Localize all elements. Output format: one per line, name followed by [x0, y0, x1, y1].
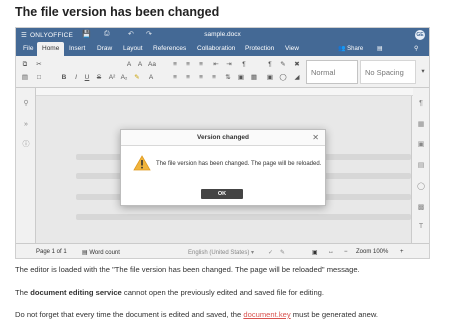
subscript-icon[interactable]: A₂	[120, 74, 128, 81]
chevron-down-icon: ▾	[251, 250, 255, 256]
document-placeholder-line	[76, 214, 411, 220]
editor-screenshot: ☰ ONLYOFFICE 💾 ⎙ ↶ ↷ sample.docx GE File…	[15, 27, 430, 259]
align-left-icon[interactable]: ≡	[171, 74, 179, 81]
tab-file[interactable]: File	[18, 42, 38, 56]
copy-style-icon[interactable]: ✎	[279, 61, 287, 68]
paste-icon[interactable]: ▤	[21, 74, 29, 81]
styles-expand-icon[interactable]: ▾	[419, 68, 427, 75]
word-count-icon: ▤	[82, 250, 88, 256]
ok-button[interactable]: OK	[201, 189, 243, 199]
zoom-level[interactable]: Zoom 100%	[356, 249, 388, 255]
warning-icon	[133, 155, 151, 171]
user-avatar[interactable]: GE	[415, 30, 425, 40]
paragraph-editor-message: The editor is loaded with the "The file …	[15, 265, 360, 274]
tab-protection[interactable]: Protection	[240, 42, 279, 56]
bullets-icon[interactable]: ≡	[171, 61, 179, 68]
font-color-icon[interactable]: A	[147, 74, 155, 81]
borders-icon[interactable]: ▦	[250, 74, 258, 81]
tab-home[interactable]: Home	[37, 42, 65, 56]
right-sidebar: ¶ ▦ ▣ ▤ ◯ ▩ T	[411, 88, 429, 243]
info-icon[interactable]: ⓘ	[22, 141, 30, 149]
style-normal[interactable]: Normal	[306, 60, 358, 84]
tab-collaboration[interactable]: Collaboration	[192, 42, 240, 56]
tab-view[interactable]: View	[280, 42, 304, 56]
document-key-link[interactable]: document.key	[243, 310, 290, 319]
home-toolbar: ⧉ ✂ ▤ □ B I U S A² A₂ ✎ A A A Aa ≡ ≡ ≡ ⇤…	[16, 56, 429, 88]
spellcheck-icon[interactable]: ✓	[268, 249, 273, 256]
share-button[interactable]: 👥 Share	[338, 42, 363, 56]
editor-title-bar: ☰ ONLYOFFICE 💾 ⎙ ↶ ↷ sample.docx GE	[16, 28, 429, 42]
search-icon[interactable]: ⚲	[414, 42, 418, 56]
track-changes-icon[interactable]: ✎	[280, 249, 285, 256]
dialog-body: The file version has been changed. The p…	[121, 146, 325, 190]
multilevel-icon[interactable]: ≡	[197, 61, 205, 68]
open-location-icon[interactable]: ▤	[377, 42, 383, 56]
dialog-title: Version changed	[196, 134, 250, 141]
dialog-header: Version changed ✕	[121, 130, 325, 146]
zoom-out-icon[interactable]: −	[344, 249, 348, 255]
tab-draw[interactable]: Draw	[92, 42, 117, 56]
decrease-font-icon[interactable]: A	[136, 61, 144, 68]
bold-term: document editing service	[30, 288, 122, 297]
menu-tabs: File Home Insert Draw Layout References …	[16, 42, 429, 56]
justify-icon[interactable]: ≡	[210, 74, 218, 81]
tab-insert[interactable]: Insert	[64, 42, 90, 56]
increase-font-icon[interactable]: A	[125, 61, 133, 68]
superscript-icon[interactable]: A²	[108, 74, 116, 81]
select-all-icon[interactable]: □	[35, 74, 43, 81]
chevrons-icon[interactable]: »	[22, 121, 30, 129]
insert-image-icon[interactable]: ▣	[266, 74, 274, 81]
image-settings-icon[interactable]: ▣	[417, 141, 425, 149]
paragraph-document-key: Do not forget that every time the docume…	[15, 310, 379, 319]
style-no-spacing[interactable]: No Spacing	[360, 60, 416, 84]
horizontal-ruler	[36, 88, 413, 96]
tab-references[interactable]: References	[148, 42, 191, 56]
shape-settings-icon[interactable]: ◯	[417, 183, 425, 191]
cut-icon[interactable]: ✂	[35, 61, 43, 68]
fit-page-icon[interactable]: ▣	[312, 249, 318, 256]
fill-icon[interactable]: ◢	[293, 74, 301, 81]
insert-shape-icon[interactable]: ◯	[279, 74, 287, 81]
paragraph-marks-icon[interactable]: ¶	[240, 61, 248, 68]
tab-layout[interactable]: Layout	[118, 42, 148, 56]
header-footer-icon[interactable]: ▤	[417, 162, 425, 170]
paragraph-settings-icon[interactable]: ¶	[417, 100, 425, 108]
document-title: sample.docx	[204, 31, 241, 38]
dialog-message: The file version has been changed. The p…	[156, 161, 322, 167]
table-settings-icon[interactable]: ▦	[417, 121, 425, 129]
bold-icon[interactable]: B	[60, 74, 68, 81]
underline-icon[interactable]: U	[83, 74, 91, 81]
change-case-icon[interactable]: Aa	[148, 61, 156, 68]
decrease-indent-icon[interactable]: ⇤	[212, 61, 220, 68]
zoom-in-icon[interactable]: +	[400, 249, 404, 255]
nonprinting-icon[interactable]: ¶	[266, 61, 274, 68]
numbering-icon[interactable]: ≡	[184, 61, 192, 68]
shading-icon[interactable]: ▣	[237, 74, 245, 81]
chart-settings-icon[interactable]: ▩	[417, 204, 425, 212]
word-count-button[interactable]: ▤ Word count	[82, 249, 120, 256]
align-center-icon[interactable]: ≡	[184, 74, 192, 81]
fit-width-icon[interactable]: ↔	[328, 249, 334, 255]
search-icon[interactable]: ⚲	[22, 100, 30, 108]
copy-icon[interactable]: ⧉	[21, 61, 29, 68]
align-right-icon[interactable]: ≡	[197, 74, 205, 81]
page-title: The file version has been changed	[15, 5, 220, 19]
left-sidebar: ⚲ » ⓘ	[16, 88, 36, 243]
highlight-icon[interactable]: ✎	[133, 74, 141, 81]
clear-style-icon[interactable]: ✖	[293, 61, 301, 68]
strikethrough-icon[interactable]: S	[95, 74, 103, 81]
paragraph-editing-service: The document editing service cannot open…	[15, 288, 324, 297]
status-bar: Page 1 of 1 ▤ Word count English (United…	[16, 243, 429, 258]
increase-indent-icon[interactable]: ⇥	[225, 61, 233, 68]
textart-settings-icon[interactable]: T	[417, 223, 425, 231]
close-icon[interactable]: ✕	[312, 130, 319, 146]
language-selector[interactable]: English (United States) ▾	[188, 249, 254, 256]
italic-icon[interactable]: I	[72, 74, 80, 81]
page-counter[interactable]: Page 1 of 1	[36, 249, 67, 255]
version-changed-dialog: Version changed ✕ The file version has b…	[120, 129, 326, 206]
share-icon: 👥	[338, 46, 346, 52]
line-spacing-icon[interactable]: ⇅	[224, 74, 232, 81]
